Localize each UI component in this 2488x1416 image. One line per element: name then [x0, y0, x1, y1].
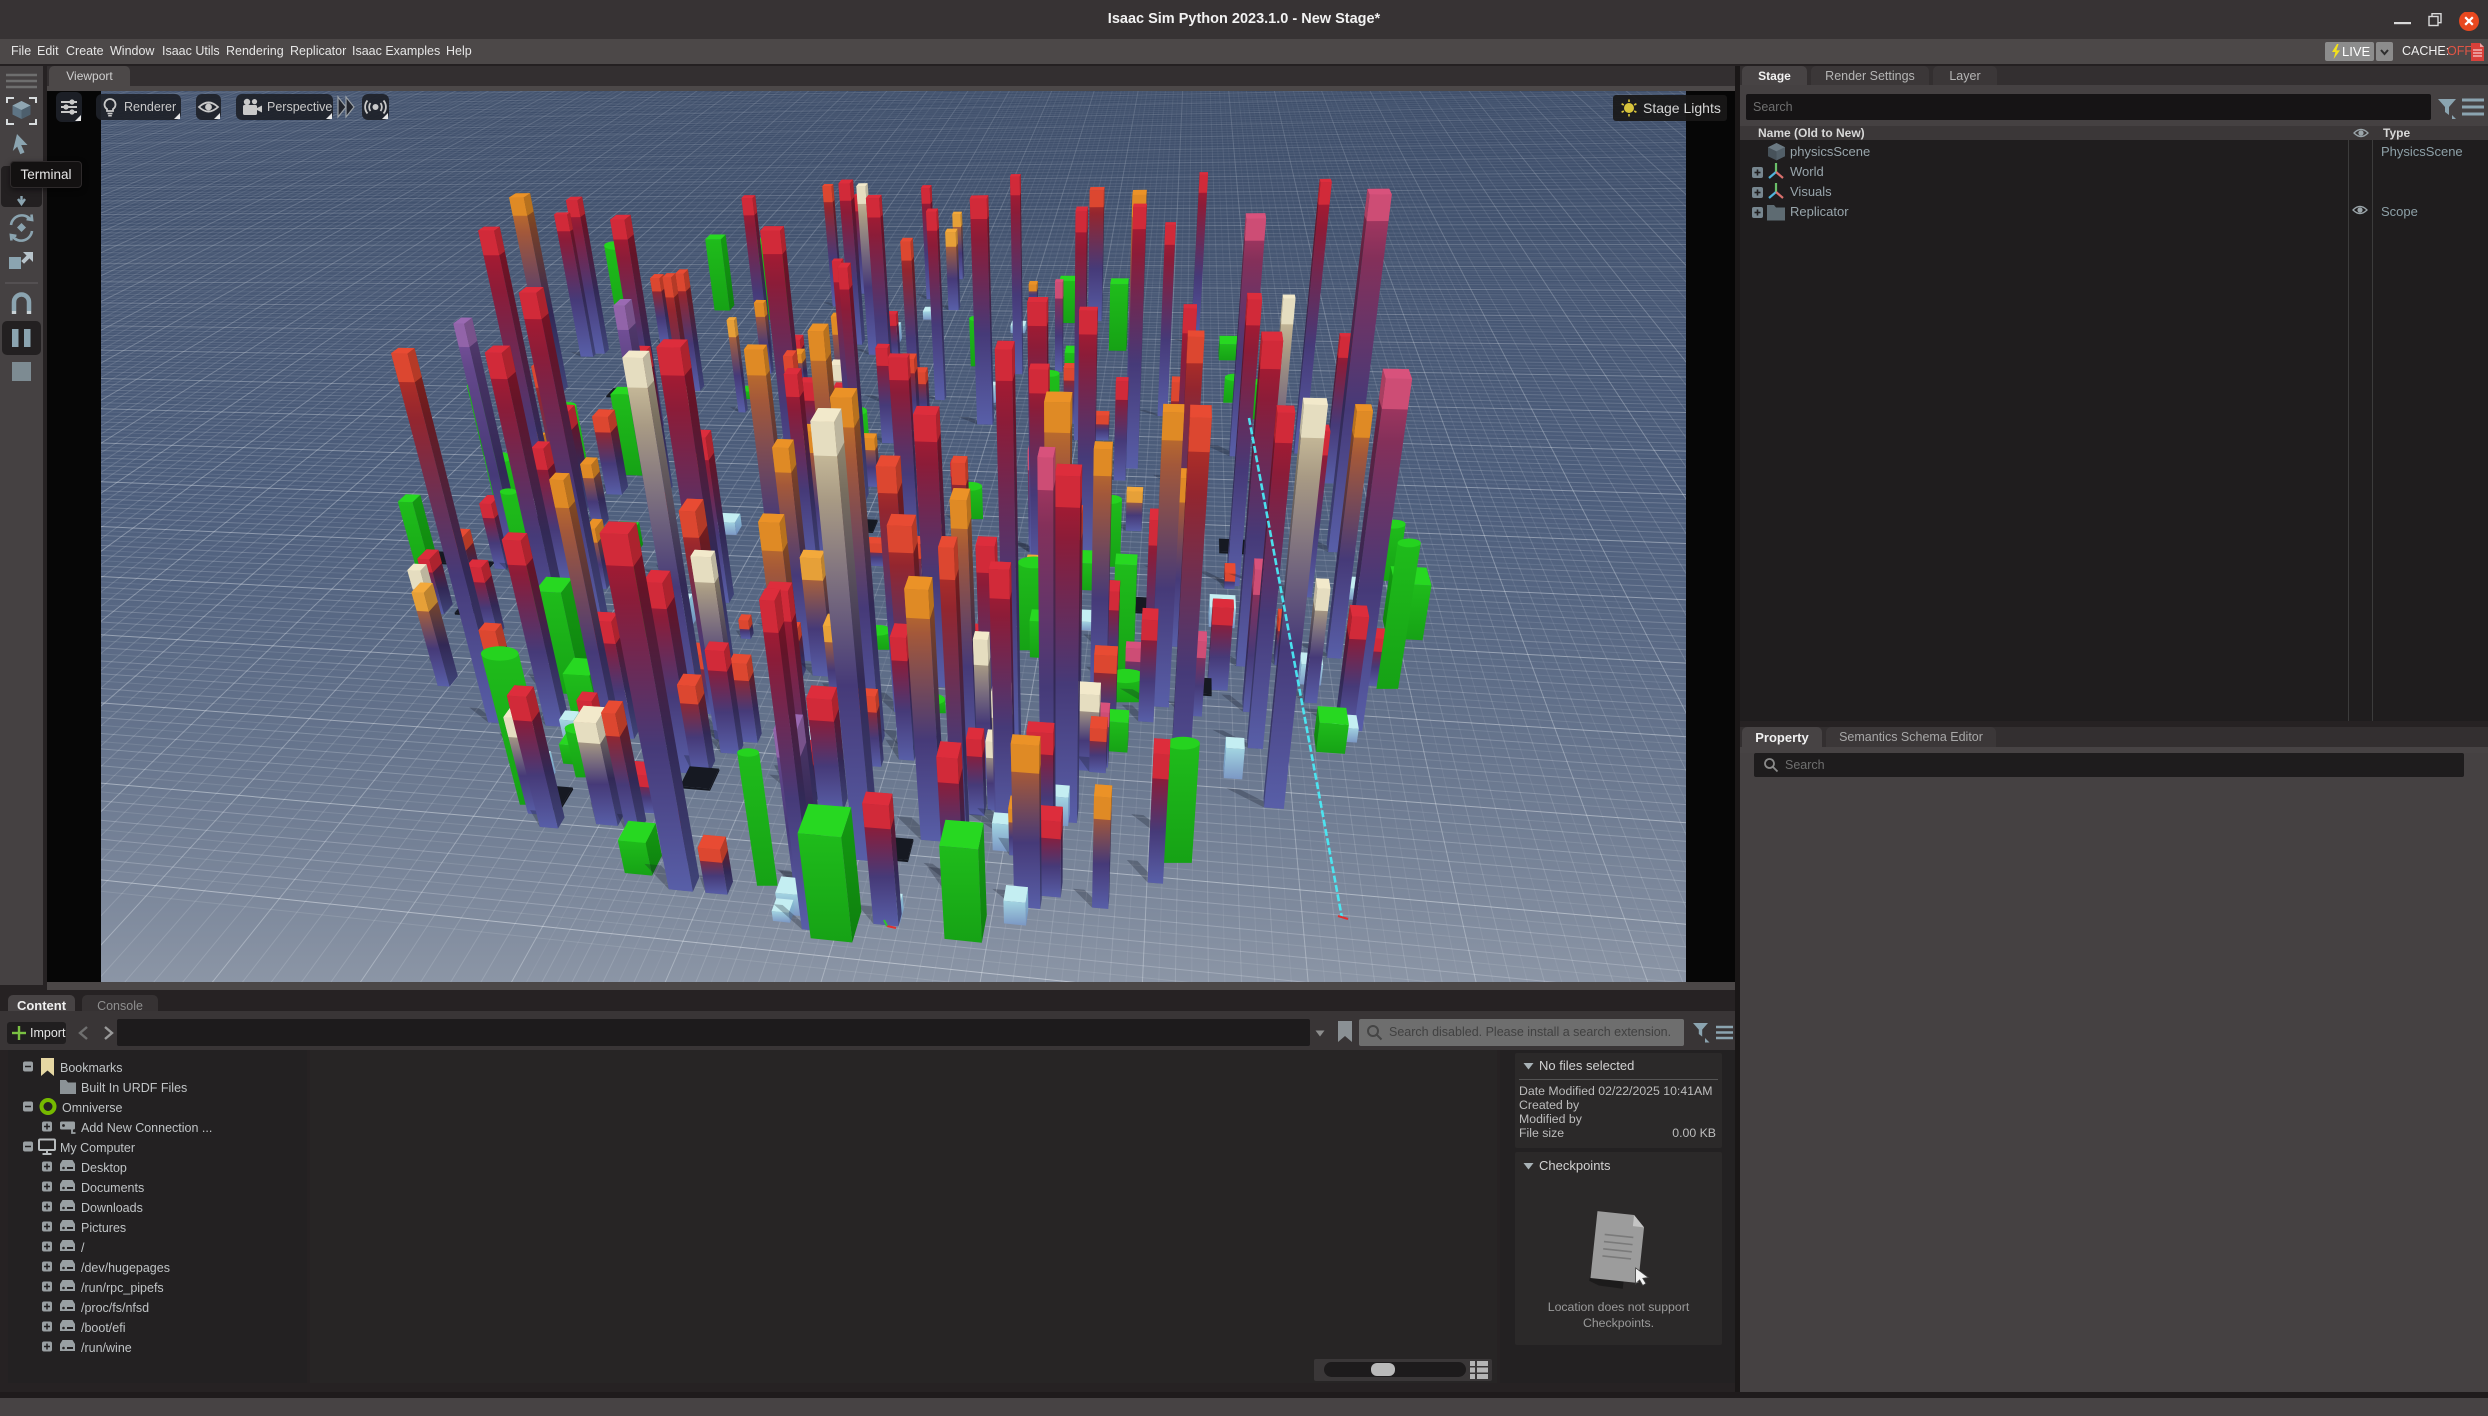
- svg-text:Downloads: Downloads: [81, 1201, 143, 1215]
- svg-text:World: World: [1790, 164, 1824, 179]
- svg-text:Built In URDF Files: Built In URDF Files: [81, 1081, 187, 1095]
- svg-text:Bookmarks: Bookmarks: [60, 1061, 123, 1075]
- svg-text:Scope: Scope: [2381, 204, 2418, 219]
- svg-text:My Computer: My Computer: [60, 1141, 135, 1155]
- svg-text:/boot/efi: /boot/efi: [81, 1321, 125, 1335]
- svg-text:Pictures: Pictures: [81, 1221, 126, 1235]
- svg-text:physicsScene: physicsScene: [1790, 144, 1870, 159]
- svg-text:/proc/fs/nfsd: /proc/fs/nfsd: [81, 1301, 149, 1315]
- svg-text:Documents: Documents: [81, 1181, 144, 1195]
- svg-text:Omniverse: Omniverse: [62, 1101, 122, 1115]
- svg-text:/run/wine: /run/wine: [81, 1341, 132, 1355]
- svg-text:/: /: [81, 1241, 85, 1255]
- svg-text:/run/rpc_pipefs: /run/rpc_pipefs: [81, 1281, 164, 1295]
- svg-text:PhysicsScene: PhysicsScene: [2381, 144, 2463, 159]
- svg-text:/dev/hugepages: /dev/hugepages: [81, 1261, 170, 1275]
- svg-text:Desktop: Desktop: [81, 1161, 127, 1175]
- svg-text:Add New Connection ...: Add New Connection ...: [81, 1121, 212, 1135]
- svg-text:Visuals: Visuals: [1790, 184, 1832, 199]
- svg-text:Replicator: Replicator: [1790, 204, 1849, 219]
